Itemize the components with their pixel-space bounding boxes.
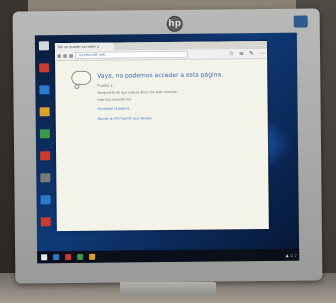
system-tray[interactable]: ▲ ◻ ♪ (286, 252, 298, 257)
toolbar-icons: ☆ ≡ ✎ ⋯ (229, 49, 266, 58)
error-item: http://uy.emusoft.net (97, 96, 132, 102)
desktop-icon-app[interactable] (39, 63, 50, 73)
taskbar-app-icon[interactable] (89, 253, 96, 260)
monitor: hp No se puede acceder a uy.emusoft.net/… (12, 8, 323, 284)
taskbar-app-icon[interactable] (53, 254, 60, 261)
monitor-logo-text: hp (168, 18, 182, 29)
desktop-icon-app[interactable] (40, 173, 51, 183)
photo-scene: hp No se puede acceder a uy.emusoft.net/… (0, 0, 336, 303)
desktop-icons (37, 41, 53, 239)
taskbar-app-icon[interactable] (65, 254, 72, 261)
refresh-icon[interactable] (69, 53, 74, 58)
monitor-stand (120, 282, 216, 296)
refresh-page-link[interactable]: Actualizar la página (98, 105, 268, 111)
desktop-icon-app[interactable] (40, 195, 51, 205)
desktop-icon-recycle[interactable] (38, 41, 49, 51)
browser-tab[interactable]: No se puede acceder a (54, 42, 114, 52)
error-page: Vaya, no podemos acceder a esta página. … (55, 59, 268, 121)
desktop-icon-app[interactable] (40, 151, 51, 161)
search-info-link[interactable]: Buscar la información que deseas (98, 114, 268, 121)
address-bar[interactable]: uy.emusoft.net/... (75, 50, 189, 59)
monitor-screen: No se puede acceder a uy.emusoft.net/...… (34, 32, 300, 264)
forward-icon[interactable] (63, 53, 68, 58)
taskbar: ▲ ◻ ♪ (37, 248, 300, 264)
start-button-icon[interactable] (41, 254, 48, 261)
desktop-icon-app[interactable] (40, 217, 51, 227)
favorite-icon[interactable]: ☆ (229, 49, 234, 58)
browser-window: No se puede acceder a uy.emusoft.net/...… (54, 40, 269, 232)
desktop-icon-app[interactable] (39, 129, 50, 139)
notes-icon[interactable]: ✎ (249, 49, 254, 58)
hub-icon[interactable]: ≡ (239, 49, 244, 58)
taskbar-app-icon[interactable] (77, 253, 84, 260)
error-subtitle: Prueba a: (97, 83, 114, 88)
desktop-icon-app[interactable] (39, 107, 50, 117)
bezel-badge (293, 15, 308, 28)
back-icon[interactable] (57, 53, 62, 58)
error-title: Vaya, no podemos acceder a esta página. (97, 71, 224, 80)
monitor-logo: hp (166, 15, 183, 33)
desktop-icon-app[interactable] (39, 85, 50, 95)
thought-cloud-icon (71, 70, 92, 86)
error-item: Asegurarte de que usas la dirección web … (97, 89, 178, 95)
more-icon[interactable]: ⋯ (259, 49, 265, 58)
